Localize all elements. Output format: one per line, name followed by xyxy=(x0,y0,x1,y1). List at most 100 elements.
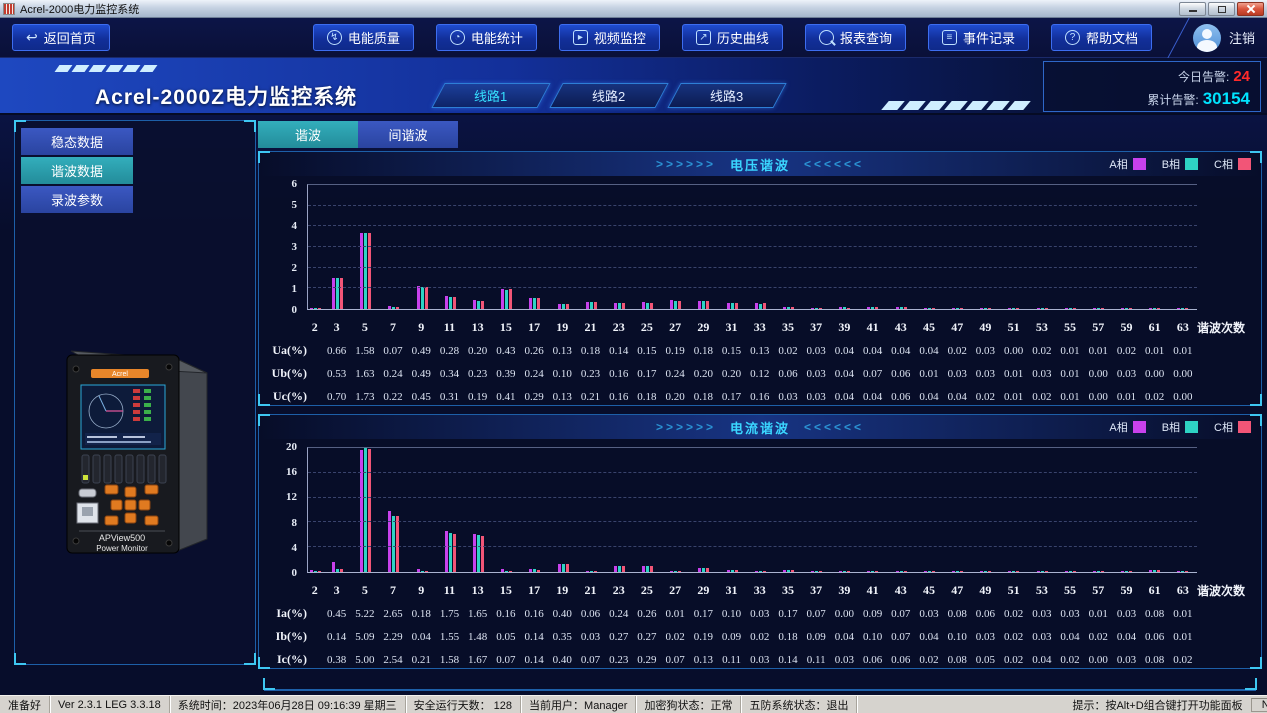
table-cell: 0.04 xyxy=(919,344,939,357)
bar-phase-a xyxy=(472,300,476,309)
maximize-button[interactable] xyxy=(1208,1,1235,16)
tab-line2[interactable]: 线路2 xyxy=(549,83,669,108)
x-tick-label: 41 xyxy=(866,583,879,597)
table-cell: 0.14 xyxy=(778,653,798,666)
minimize-button[interactable] xyxy=(1179,1,1206,16)
table-cell: 0.07 xyxy=(665,653,685,666)
bar-phase-c xyxy=(621,566,625,572)
x-tick-label: 5 xyxy=(361,583,368,597)
bar-group-h63 xyxy=(1169,448,1197,572)
bar-phase-b xyxy=(871,307,875,309)
table-cell: 0.11 xyxy=(722,653,741,666)
close-button[interactable] xyxy=(1237,1,1264,16)
bar-phase-c xyxy=(593,301,597,309)
bar-phase-c xyxy=(650,302,654,309)
bar-phase-c xyxy=(678,571,682,572)
table-cell: 0.13 xyxy=(552,344,572,357)
x-tick-label: 37 xyxy=(810,583,823,597)
table-cell: 1.75 xyxy=(439,607,460,620)
bar-phase-a xyxy=(360,232,364,309)
bar-group-h13 xyxy=(464,448,492,572)
bar-phase-c xyxy=(424,571,428,572)
bar-phase-c xyxy=(847,571,851,572)
device-brand: Acrel xyxy=(112,371,128,378)
table-cell: 0.04 xyxy=(834,630,854,643)
bar-group-h29 xyxy=(690,185,718,309)
table-cell: 0.02 xyxy=(1032,390,1052,403)
x-tick-label: 53 xyxy=(1035,583,1048,597)
y-tick-label: 8 xyxy=(291,516,298,529)
bar-phase-c xyxy=(734,569,738,572)
tab-harmonic[interactable]: 谐波 xyxy=(258,121,358,148)
bar-phase-c xyxy=(565,563,569,572)
tab-line1[interactable]: 线路1 xyxy=(431,83,551,108)
table-cell: 0.00 xyxy=(1088,653,1108,666)
sidebar-item-harmonic-data[interactable]: 谐波数据 xyxy=(21,157,133,184)
table-cell: 0.18 xyxy=(693,390,713,403)
table-cell: 0.00 xyxy=(1173,390,1193,403)
back-home-button[interactable]: ↩ 返回首页 xyxy=(12,24,110,51)
x-tick-label: 3 xyxy=(333,320,340,334)
table-cell: 0.35 xyxy=(552,630,572,643)
tab-interharmonic[interactable]: 间谐波 xyxy=(358,121,458,148)
table-row: Ua(%) 0.66 1.58 0.07 0.49 0.28 0.20 0.43 0.26 0.1… xyxy=(259,339,1261,362)
table-cell: 0.18 xyxy=(693,344,713,357)
bar-group-h39 xyxy=(831,448,859,572)
table-cell: 0.03 xyxy=(1032,630,1052,643)
table-cell: 0.05 xyxy=(496,630,516,643)
nav-history-curve-button[interactable]: ↗ 历史曲线 xyxy=(681,24,783,51)
table-cell: 0.02 xyxy=(1088,630,1108,643)
nav-event-record-button[interactable]: ≡ 事件记录 xyxy=(927,24,1029,51)
x-tick-label: 39 xyxy=(838,320,851,334)
bar-phase-c xyxy=(903,307,907,309)
bar-phase-a xyxy=(1177,308,1181,309)
table-cell: 0.14 xyxy=(524,653,544,666)
table-cell: 0.04 xyxy=(891,344,911,357)
content-area: 稳态数据 谐波数据 录波参数 Acrel APView500 Power Mon… xyxy=(0,115,1267,695)
bar-group-h51 xyxy=(1000,448,1028,572)
bar-phase-c xyxy=(903,571,907,572)
nav-energy-stats-button[interactable]: ◔ 电能统计 xyxy=(435,24,537,51)
bar-phase-a xyxy=(726,569,730,572)
bar-phase-b xyxy=(589,301,593,309)
power-quality-icon: ↯ xyxy=(326,30,342,45)
bar-group-h63 xyxy=(1169,185,1197,309)
bar-phase-b xyxy=(420,571,424,572)
nav-label: 事件记录 xyxy=(962,31,1015,46)
bar-phase-c xyxy=(706,301,710,309)
bar-phase-b xyxy=(1181,308,1185,309)
table-cell: 0.04 xyxy=(411,630,431,643)
bar-phase-c xyxy=(318,307,322,309)
tab-line3[interactable]: 线路3 xyxy=(667,83,787,108)
table-cell: 0.01 xyxy=(1173,607,1193,620)
bar-group-h3 xyxy=(323,185,351,309)
table-cell: 1.63 xyxy=(355,367,375,380)
bar-phase-b xyxy=(984,307,988,309)
x-tick-label: 43 xyxy=(894,583,907,597)
x-tick-label: 51 xyxy=(1007,320,1020,334)
table-cell: 0.10 xyxy=(862,630,883,643)
nav-report-query-button[interactable]: 报表查询 xyxy=(804,24,906,51)
sidebar-item-steady-data[interactable]: 稳态数据 xyxy=(21,128,133,155)
x-tick-label: 17 xyxy=(528,320,541,334)
sidebar-item-wave-params[interactable]: 录波参数 xyxy=(21,186,133,213)
table-cell: 0.01 xyxy=(1060,367,1080,380)
bar-group-h45 xyxy=(915,448,943,572)
bar-phase-b xyxy=(843,571,847,572)
bars xyxy=(308,185,1197,309)
bar-chart: 0 1 2 3 4 5 6 xyxy=(259,178,1261,318)
table-cell: 0.26 xyxy=(637,607,657,620)
bar-group-h35 xyxy=(774,185,802,309)
nav-power-quality-button[interactable]: ↯ 电能质量 xyxy=(312,24,414,51)
bar-phase-b xyxy=(758,303,762,309)
nav-help-doc-button[interactable]: ? 帮助文档 xyxy=(1050,24,1152,51)
bar-phase-c xyxy=(931,571,935,572)
nav-video-monitor-button[interactable]: ▸ 视频监控 xyxy=(558,24,660,51)
y-tick-label: 3 xyxy=(291,241,298,253)
table-cell: 0.01 xyxy=(1004,367,1024,380)
bar-group-h39 xyxy=(831,185,859,309)
y-tick-label: 12 xyxy=(286,491,297,504)
logout-button[interactable]: 注销 xyxy=(1192,23,1255,52)
bar-phase-a xyxy=(867,570,871,572)
bar-phase-a xyxy=(501,568,505,572)
